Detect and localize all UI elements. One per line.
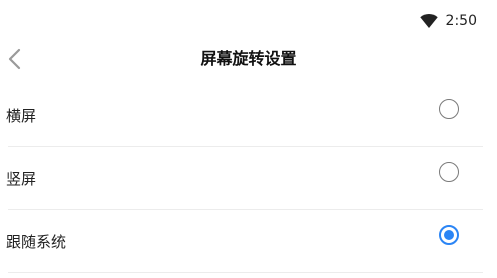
option-label: 竖屏 (6, 170, 37, 188)
divider (8, 272, 483, 273)
status-indicators: 2:50 (419, 12, 477, 30)
option-follow-system[interactable]: 跟随系统 (0, 210, 497, 273)
option-portrait[interactable]: 竖屏 (0, 147, 497, 210)
status-bar: 2:50 (0, 0, 497, 40)
radio-button[interactable] (439, 99, 459, 119)
rotation-options-list: 横屏 竖屏 跟随系统 (0, 84, 497, 273)
option-landscape[interactable]: 横屏 (0, 84, 497, 147)
option-label: 横屏 (6, 107, 37, 125)
option-label: 跟随系统 (6, 233, 67, 251)
wifi-icon (419, 14, 438, 28)
status-time: 2:50 (445, 13, 477, 29)
radio-button[interactable] (439, 162, 459, 182)
page-title: 屏幕旋转设置 (200, 49, 297, 68)
radio-button[interactable] (439, 225, 459, 245)
header: 屏幕旋转设置 (0, 40, 497, 82)
